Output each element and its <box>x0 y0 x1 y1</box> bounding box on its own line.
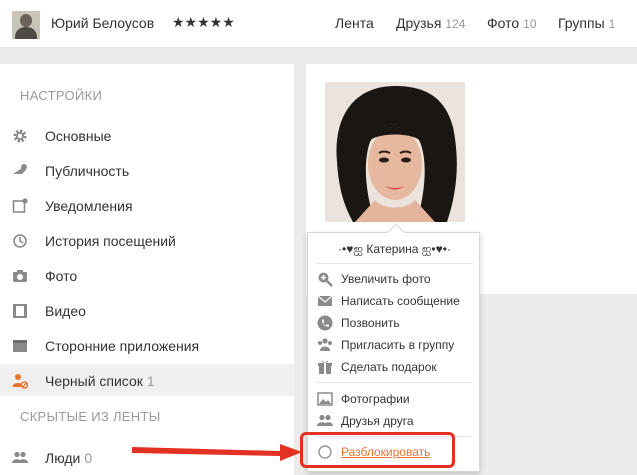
red-arrow-annotation <box>132 444 302 461</box>
gear-icon <box>13 129 27 143</box>
menu-item-gift[interactable]: Сделать подарок <box>308 356 481 378</box>
nav-feed-label: Лента <box>335 15 374 31</box>
sidebar-item-video[interactable]: Видео <box>0 294 294 326</box>
menu-user-name[interactable]: ·•♥ஐ Катерина ஐ•♥•· <box>308 242 481 258</box>
sidebar-item-label: Люди 0 <box>45 450 92 466</box>
sidebar-item-label: Черный список 1 <box>45 373 155 389</box>
portrait-image <box>325 82 465 222</box>
sidebar-item-label: Уведомления <box>45 198 133 214</box>
settings-sidebar: НАСТРОЙКИ Основные Публичность Уведомлен… <box>0 64 294 475</box>
sidebar-item-label: Основные <box>45 128 112 144</box>
sidebar-item-notifications[interactable]: Уведомления <box>0 189 294 221</box>
unblock-highlight-box <box>300 432 455 468</box>
menu-item-label: Написать сообщение <box>341 294 460 308</box>
sidebar-item-label: Публичность <box>45 163 130 179</box>
nav-groups[interactable]: Группы 1 <box>558 15 615 31</box>
menu-item-label: Пригласить в группу <box>341 338 455 352</box>
people-label: Люди <box>45 450 81 466</box>
phone-icon <box>317 315 333 331</box>
nav-photos-count: 10 <box>523 17 537 31</box>
sidebar-item-label: Видео <box>45 303 86 319</box>
menu-item-label: Позвонить <box>341 316 400 330</box>
photo-icon <box>317 392 333 406</box>
film-icon <box>13 304 27 318</box>
avatar[interactable] <box>12 11 40 39</box>
sidebar-item-publicity[interactable]: Публичность <box>0 154 294 186</box>
sidebar-item-photo[interactable]: Фото <box>0 259 294 291</box>
zoom-in-icon <box>318 272 333 287</box>
menu-item-photos[interactable]: Фотографии <box>308 388 481 410</box>
nav-feed[interactable]: Лента <box>335 15 374 31</box>
menu-item-label: Увеличить фото <box>341 272 431 286</box>
history-icon <box>13 234 27 248</box>
blocked-user-photo[interactable] <box>325 82 465 222</box>
rating-stars: ★★★★★ <box>172 14 235 30</box>
nav-photos-label: Фото <box>487 15 520 31</box>
group-icon <box>318 338 332 351</box>
sidebar-item-label: Сторонние приложения <box>45 338 200 354</box>
menu-item-call[interactable]: Позвонить <box>308 312 481 334</box>
menu-item-zoom-photo[interactable]: Увеличить фото <box>308 268 481 290</box>
people-icon <box>12 451 28 463</box>
nav-photos[interactable]: Фото 10 <box>487 15 537 31</box>
nav-groups-count: 1 <box>608 17 616 31</box>
people-count: 0 <box>84 450 93 466</box>
apps-icon <box>13 340 27 352</box>
notification-icon <box>12 198 28 213</box>
sidebar-item-main[interactable]: Основные <box>0 119 294 151</box>
menu-item-invite-group[interactable]: Пригласить в группу <box>308 334 481 356</box>
menu-item-label: Фотографии <box>341 392 410 406</box>
blocked-user-icon <box>12 374 28 389</box>
settings-title: НАСТРОЙКИ <box>20 88 103 103</box>
gift-icon <box>318 360 332 374</box>
nav-groups-label: Группы <box>558 15 605 31</box>
blacklist-count: 1 <box>146 373 155 389</box>
camera-icon <box>13 270 27 282</box>
sidebar-item-label: Фото <box>45 268 78 284</box>
menu-item-label: Друзья друга <box>341 414 414 428</box>
sidebar-item-history[interactable]: История посещений <box>0 224 294 256</box>
user-name[interactable]: Юрий Белоусов <box>51 15 154 31</box>
menu-item-label: Сделать подарок <box>341 360 437 374</box>
blacklist-label: Черный список <box>45 373 143 389</box>
sidebar-item-blacklist[interactable]: Черный список 1 <box>0 364 294 396</box>
nav-friends-count: 124 <box>445 17 466 31</box>
friends-icon <box>317 414 333 426</box>
nav-friends-label: Друзья <box>396 15 442 31</box>
menu-item-message[interactable]: Написать сообщение <box>308 290 481 312</box>
nav-friends[interactable]: Друзья 124 <box>396 15 465 31</box>
sidebar-item-label: История посещений <box>45 233 176 249</box>
menu-item-friends-of-friend[interactable]: Друзья друга <box>308 410 481 432</box>
key-icon <box>13 164 27 174</box>
envelope-icon <box>317 295 333 306</box>
sidebar-item-apps[interactable]: Сторонние приложения <box>0 329 294 361</box>
top-bar: Юрий Белоусов ★★★★★ Лента Друзья 124 Фото… <box>0 0 637 48</box>
hidden-title: СКРЫТЫЕ ИЗ ЛЕНТЫ <box>20 409 161 424</box>
